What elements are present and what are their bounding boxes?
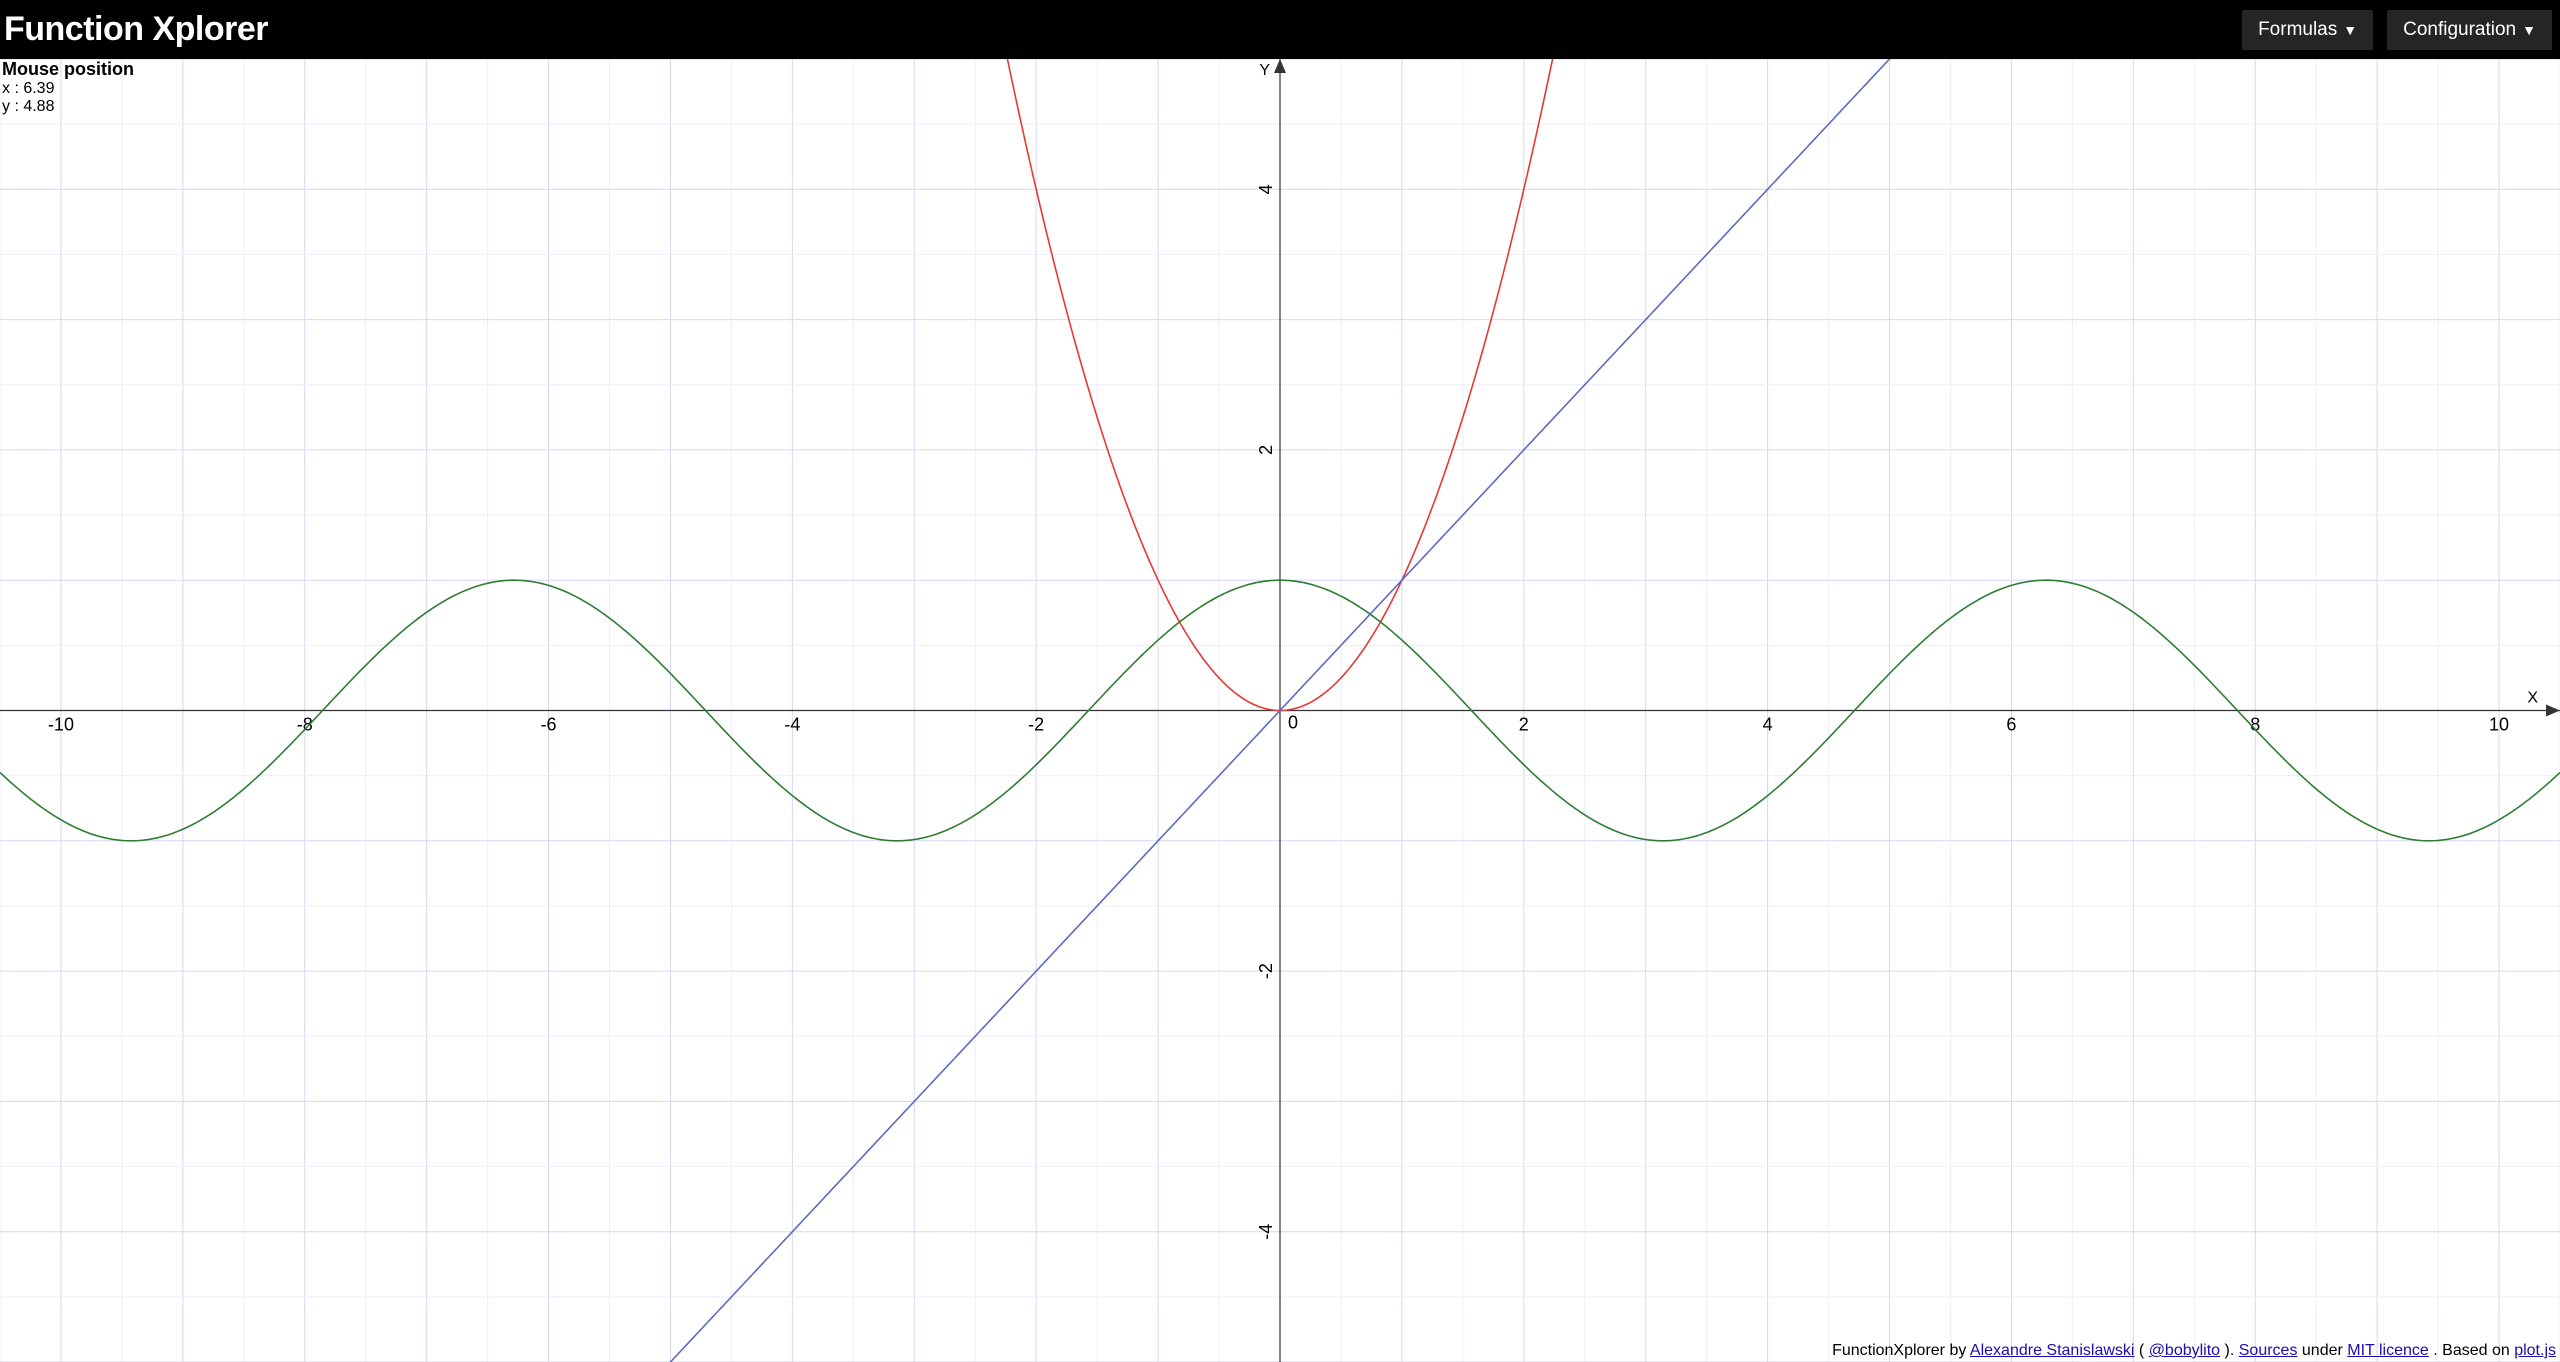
menu-buttons: Formulas ▼ Configuration ▼ [2242, 10, 2556, 50]
plot-svg[interactable]: -10-8-6-4-20246810-4-224XY [0, 59, 2560, 1362]
svg-text:4: 4 [1763, 715, 1773, 735]
svg-text:-2: -2 [1256, 963, 1276, 979]
svg-text:2: 2 [1519, 715, 1529, 735]
footer-handle-link[interactable]: @bobylito [2149, 1342, 2220, 1359]
footer-prefix: FunctionXplorer by [1832, 1342, 1970, 1359]
chevron-down-icon: ▼ [2522, 22, 2536, 38]
footer-under: under [2302, 1342, 2347, 1359]
svg-text:-4: -4 [1256, 1224, 1276, 1240]
svg-text:4: 4 [1256, 184, 1276, 194]
svg-text:-6: -6 [541, 715, 557, 735]
configuration-button[interactable]: Configuration ▼ [2387, 10, 2552, 50]
footer: FunctionXplorer by Alexandre Stanislawsk… [1832, 1342, 2556, 1360]
footer-author-link[interactable]: Alexandre Stanislawski [1970, 1342, 2135, 1359]
footer-licence-link[interactable]: MIT licence [2347, 1342, 2429, 1359]
svg-text:0: 0 [1288, 713, 1298, 733]
mouse-position-x: x : 6.39 [2, 80, 134, 98]
svg-text:6: 6 [2006, 715, 2016, 735]
svg-text:-10: -10 [48, 715, 74, 735]
svg-text:10: 10 [2489, 715, 2509, 735]
svg-text:-2: -2 [1028, 715, 1044, 735]
svg-text:X: X [2527, 690, 2538, 707]
formulas-button[interactable]: Formulas ▼ [2242, 10, 2373, 50]
app-header: Function Xplorer Formulas ▼ Configuratio… [0, 0, 2560, 59]
footer-paren-open: ( [2139, 1342, 2144, 1359]
footer-based: . Based on [2433, 1342, 2514, 1359]
chevron-down-icon: ▼ [2343, 22, 2357, 38]
mouse-position-y: y : 4.88 [2, 98, 134, 116]
footer-plotjs-link[interactable]: plot.js [2514, 1342, 2556, 1359]
svg-text:2: 2 [1256, 445, 1276, 455]
plot-area[interactable]: -10-8-6-4-20246810-4-224XY [0, 59, 2560, 1362]
svg-text:Y: Y [1259, 62, 1270, 79]
formulas-button-label: Formulas [2258, 19, 2337, 41]
svg-text:-4: -4 [784, 715, 800, 735]
mouse-position-panel: Mouse position x : 6.39 y : 4.88 [0, 59, 136, 116]
footer-paren-close: ). [2225, 1342, 2239, 1359]
svg-text:8: 8 [2250, 715, 2260, 735]
footer-sources-link[interactable]: Sources [2239, 1342, 2298, 1359]
app-title: Function Xplorer [4, 10, 268, 49]
configuration-button-label: Configuration [2403, 19, 2516, 41]
mouse-position-title: Mouse position [2, 59, 134, 80]
